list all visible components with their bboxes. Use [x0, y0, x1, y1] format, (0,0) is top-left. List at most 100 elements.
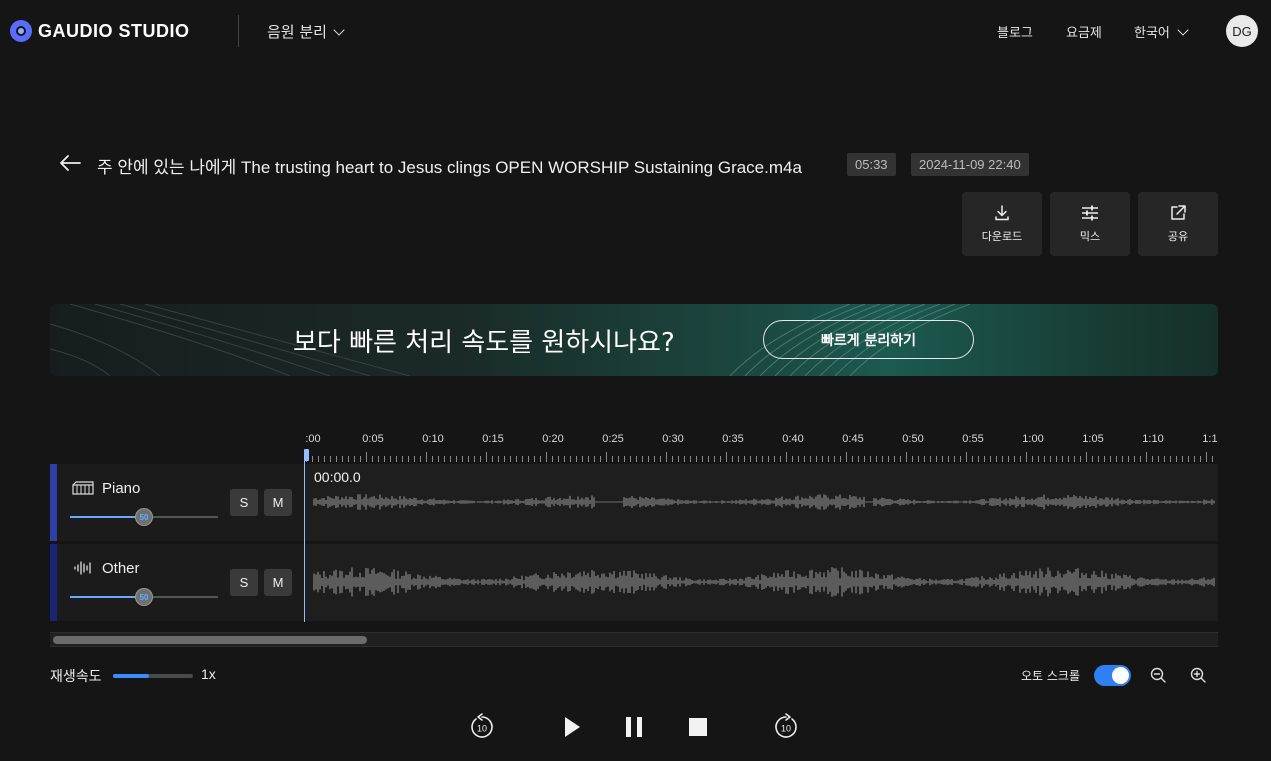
ruler-tick: [744, 456, 745, 462]
ruler-tick: [1008, 456, 1009, 462]
forward-10-icon[interactable]: 10: [771, 712, 801, 742]
waveform-svg: [313, 567, 1215, 597]
ruler-tick: [354, 456, 355, 462]
stop-icon[interactable]: [683, 712, 713, 742]
volume-slider[interactable]: 50: [70, 588, 218, 606]
waveform-icon: [74, 561, 91, 575]
ruler-label: 1:15: [1202, 433, 1218, 445]
date-badge: 2024-11-09 22:40: [911, 153, 1029, 176]
fast-separate-button[interactable]: 빠르게 분리하기: [763, 320, 974, 359]
volume-knob[interactable]: 50: [135, 508, 153, 526]
promo-banner: 보다 빠른 처리 속도를 원하시나요? 빠르게 분리하기: [50, 304, 1218, 376]
ruler-tick: [654, 456, 655, 462]
top-nav: GAUDIO STUDIO 음원 분리 블로그 요금제 한국어 DG: [0, 0, 1271, 62]
mix-button[interactable]: 믹스: [1050, 192, 1130, 256]
nav-link-blog[interactable]: 블로그: [997, 22, 1033, 41]
ruler-tick: [732, 456, 733, 462]
ruler-tick: [1056, 456, 1057, 462]
volume-knob[interactable]: 50: [135, 588, 153, 606]
ruler-tick: [822, 456, 823, 462]
volume-slider[interactable]: 50: [70, 508, 218, 526]
auto-scroll-toggle[interactable]: [1094, 665, 1131, 686]
horizontal-scrollbar[interactable]: [50, 632, 1218, 647]
rewind-10-icon[interactable]: 10: [467, 712, 497, 742]
play-icon[interactable]: [556, 712, 586, 742]
speed-value: 1x: [201, 666, 216, 682]
ruler-tick: [768, 456, 769, 462]
ruler-label: 0:10: [422, 433, 444, 445]
ruler-label: 0:25: [602, 433, 624, 445]
ruler-tick: [378, 456, 379, 462]
ruler-tick: [534, 456, 535, 462]
ruler-tick: [954, 456, 955, 462]
ruler-tick: [510, 456, 511, 462]
mute-button[interactable]: M: [264, 489, 292, 516]
pause-icon[interactable]: [619, 712, 649, 742]
scrollbar-thumb[interactable]: [53, 636, 367, 644]
ruler-tick: [1068, 456, 1069, 462]
timeline-ruler[interactable]: :00 0:05 0:10 0:15 0:20 0:25 0:30 0:35 0:40 0:45 0…: [305, 430, 1218, 462]
ruler-tick: [1188, 456, 1189, 462]
ruler-label: 0:50: [902, 433, 924, 445]
ruler-label: 0:40: [782, 433, 804, 445]
forward-label: 10: [781, 724, 791, 734]
avatar[interactable]: DG: [1226, 15, 1258, 47]
ruler-label: 0:05: [362, 433, 384, 445]
ruler-tick: [1212, 456, 1213, 462]
ruler-tick: [480, 456, 481, 462]
ruler-tick: [474, 456, 475, 462]
track-controls: Piano S M 50: [50, 464, 304, 541]
ruler-label: 0:15: [482, 433, 504, 445]
waveform-other[interactable]: [304, 544, 1218, 621]
logo[interactable]: GAUDIO STUDIO: [10, 20, 190, 42]
ruler-label: 1:05: [1082, 433, 1104, 445]
track-name: Other: [102, 560, 140, 577]
zoom-in-icon[interactable]: [1189, 666, 1207, 684]
service-menu[interactable]: 음원 분리: [267, 21, 345, 42]
ruler-tick: [684, 456, 685, 462]
rewind-label: 10: [477, 724, 487, 734]
zoom-out-icon[interactable]: [1149, 666, 1167, 684]
current-time: 00:00.0: [314, 469, 361, 485]
ruler-tick: [1038, 456, 1039, 462]
ruler-tick: [678, 456, 679, 462]
ruler-tick: [930, 456, 931, 462]
ruler-tick: [432, 456, 433, 462]
share-button[interactable]: 공유: [1138, 192, 1218, 256]
ruler-tick: [390, 456, 391, 462]
ruler-tick: [792, 456, 793, 462]
ruler-tick: [606, 452, 607, 462]
waveform-svg: [313, 494, 1215, 510]
waveform-piano[interactable]: 00:00.0: [304, 464, 1218, 541]
mute-button[interactable]: M: [264, 569, 292, 596]
ruler-tick: [660, 456, 661, 462]
ruler-label: 0:35: [722, 433, 744, 445]
playhead[interactable]: [304, 450, 305, 622]
ruler-tick: [906, 452, 907, 462]
ruler-tick: [1182, 456, 1183, 462]
ruler-tick: [426, 452, 427, 462]
ruler-tick: [846, 452, 847, 462]
ruler-tick: [858, 456, 859, 462]
ruler-tick: [522, 456, 523, 462]
ruler-tick: [816, 456, 817, 462]
nav-link-pricing[interactable]: 요금제: [1066, 22, 1102, 41]
playhead-handle[interactable]: [304, 449, 309, 461]
ruler-tick: [762, 456, 763, 462]
ruler-tick: [648, 456, 649, 462]
language-label: 한국어: [1134, 26, 1170, 41]
language-selector[interactable]: 한국어: [1134, 22, 1189, 41]
ruler-tick: [558, 456, 559, 462]
ruler-tick: [624, 456, 625, 462]
ruler-tick: [786, 452, 787, 462]
download-button[interactable]: 다운로드: [962, 192, 1042, 256]
speed-slider[interactable]: [113, 674, 193, 678]
ruler-tick: [414, 456, 415, 462]
back-arrow-icon[interactable]: [58, 153, 82, 173]
solo-button[interactable]: S: [230, 489, 258, 516]
ruler-tick: [384, 456, 385, 462]
ruler-tick: [870, 456, 871, 462]
ruler-tick: [948, 456, 949, 462]
solo-button[interactable]: S: [230, 569, 258, 596]
ruler-tick: [1014, 456, 1015, 462]
